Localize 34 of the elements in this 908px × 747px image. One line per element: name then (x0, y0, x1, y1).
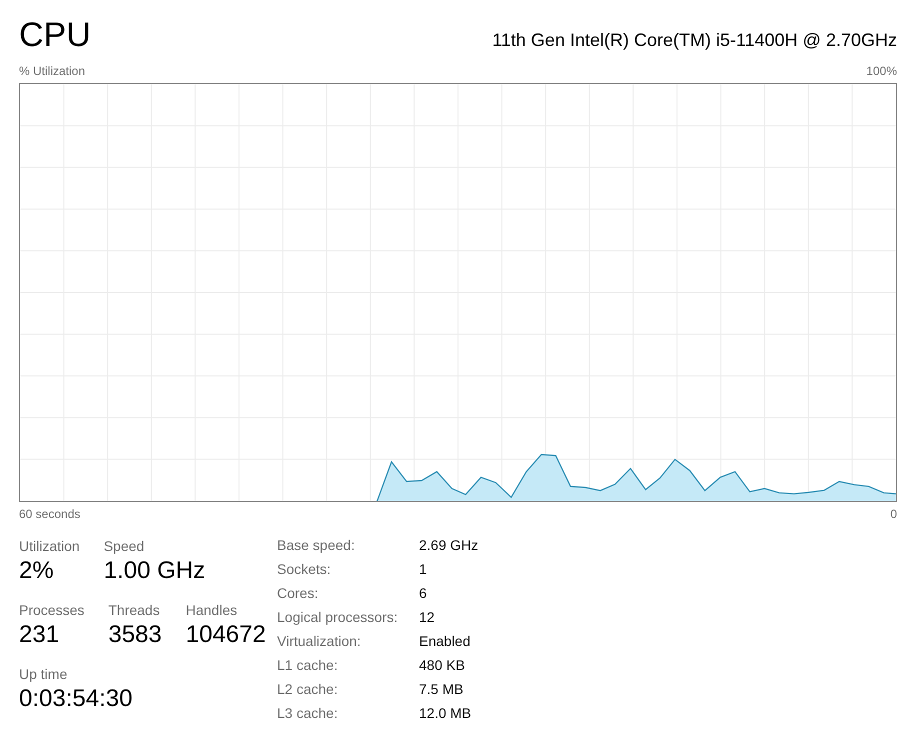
detail-label: Logical processors: (277, 608, 399, 627)
detail-label: L2 cache: (277, 680, 339, 699)
y-max-label: 100% (866, 63, 897, 79)
detail-value: Enabled (419, 632, 470, 651)
detail-label: Base speed: (277, 536, 356, 555)
stat-label: Handles (186, 601, 238, 620)
y-axis-label: % Utilization (19, 63, 86, 79)
detail-value: 12.0 MB (419, 704, 472, 723)
stat-value: 0:03:54:30 (19, 684, 132, 714)
stat-label: Up time (19, 665, 68, 684)
detail-label: L1 cache: (277, 656, 339, 675)
stat-label: Speed (104, 537, 146, 556)
detail-value: 6 (419, 584, 427, 603)
detail-value: 12 (419, 608, 435, 627)
stat-label: Threads (108, 601, 161, 620)
detail-value: 1 (419, 560, 427, 579)
cpu-title: CPU (19, 15, 91, 55)
stat-value: 1.00 GHz (104, 556, 206, 586)
detail-value: 7.5 MB (419, 680, 464, 699)
stat-label: Processes (19, 601, 84, 620)
stat-value: 104672 (186, 620, 266, 650)
detail-label: Cores: (277, 584, 320, 603)
detail-label: Virtualization: (277, 632, 362, 651)
detail-value: 2.69 GHz (419, 536, 478, 555)
detail-label: L3 cache: (277, 704, 339, 723)
x-end-label: 0 (890, 506, 897, 522)
stat-value: 231 (19, 620, 60, 650)
x-start-label: 60 seconds (19, 506, 80, 522)
stat-value: 2% (19, 556, 55, 586)
detail-label: Sockets: (277, 560, 332, 579)
stat-value: 3583 (108, 620, 162, 650)
stat-label: Utilization (19, 537, 80, 556)
processor-name: 11th Gen Intel(R) Core(TM) i5-11400H @ 2.70GHz (492, 29, 897, 52)
detail-value: 480 KB (419, 656, 465, 675)
